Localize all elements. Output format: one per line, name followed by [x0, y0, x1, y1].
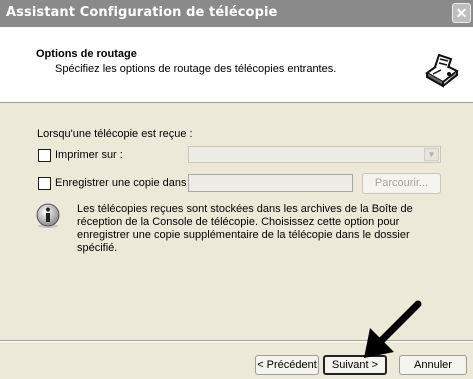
page-subtitle: Spécifiez les options de routage des tél… [55, 63, 337, 75]
page-title: Options de routage [36, 48, 137, 60]
print-checkbox[interactable] [38, 149, 51, 162]
close-button[interactable]: ✕ [452, 3, 471, 23]
save-copy-checkbox[interactable] [38, 177, 51, 190]
browse-button[interactable]: Parcourir... [362, 173, 441, 194]
chevron-down-icon[interactable]: ▼ [424, 148, 439, 161]
printer-dropdown[interactable]: ▼ [188, 146, 441, 163]
incoming-fax-label: Lorsqu'une télécopie est reçue : [37, 128, 193, 140]
title-bar[interactable]: Assistant Configuration de télécopie ✕ [0, 0, 473, 27]
window-title: Assistant Configuration de télécopie [6, 5, 278, 20]
print-label[interactable]: Imprimer sur : [55, 149, 123, 161]
folder-path-input[interactable] [188, 174, 353, 192]
wizard-window: Assistant Configuration de télécopie ✕ O… [0, 0, 473, 379]
info-text: Les télécopies reçues sont stockées dans… [77, 203, 413, 254]
arrow-pointer-icon [364, 300, 422, 358]
back-button[interactable]: < Précédent [255, 355, 319, 375]
close-icon: ✕ [455, 5, 468, 21]
info-icon [36, 203, 60, 228]
wizard-header: Options de routage Spécifiez les options… [0, 27, 473, 103]
fax-machine-icon [422, 50, 460, 88]
save-copy-label[interactable]: Enregistrer une copie dans : [55, 177, 193, 189]
